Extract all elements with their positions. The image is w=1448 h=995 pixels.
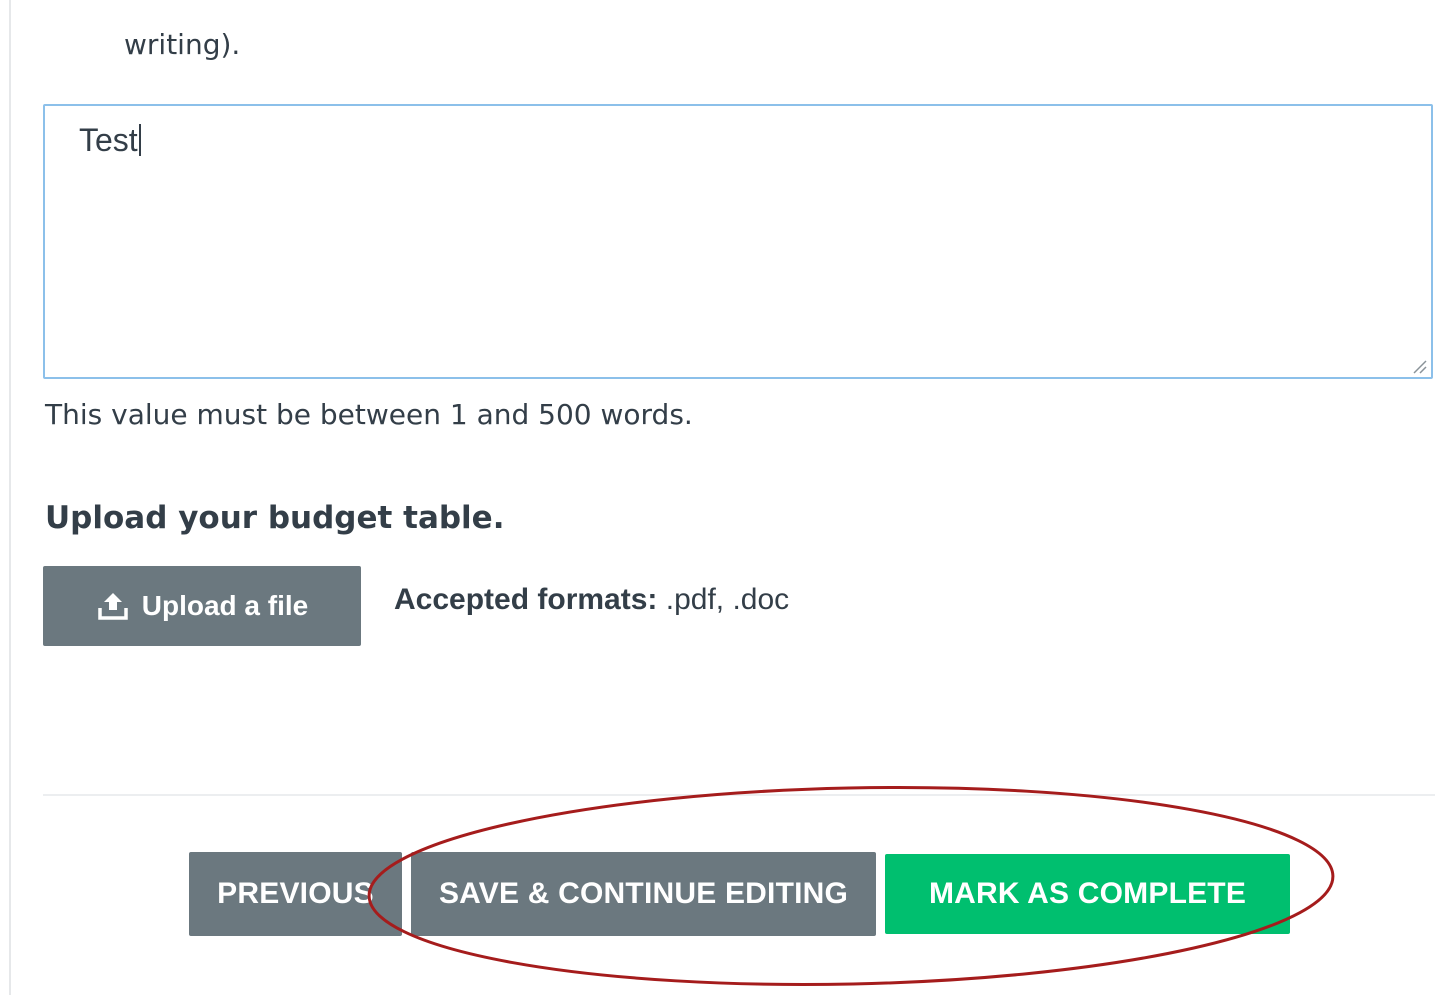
accepted-formats: Accepted formats: .pdf, .doc [394,583,789,617]
upload-file-button[interactable]: Upload a file [43,566,361,646]
upload-icon [98,593,128,620]
footer-divider [43,794,1435,796]
upload-question-title: Upload your budget table. [45,500,505,536]
answer-value: Test [79,122,138,158]
left-border-rule [9,0,11,995]
word-count-hint: This value must be between 1 and 500 wor… [45,398,693,431]
previous-button[interactable]: PREVIOUS [189,852,402,936]
previous-question-text: writing). [124,28,241,61]
accepted-formats-value: .pdf, .doc [657,583,790,616]
save-continue-button[interactable]: SAVE & CONTINUE EDITING [411,852,876,936]
resize-grip-icon[interactable] [1411,358,1427,374]
upload-file-label: Upload a file [141,590,309,621]
answer-textarea[interactable]: Test [43,104,1433,379]
text-caret [138,124,141,156]
mark-complete-button[interactable]: MARK AS COMPLETE [885,854,1290,934]
accepted-formats-label: Accepted formats: [394,583,658,616]
